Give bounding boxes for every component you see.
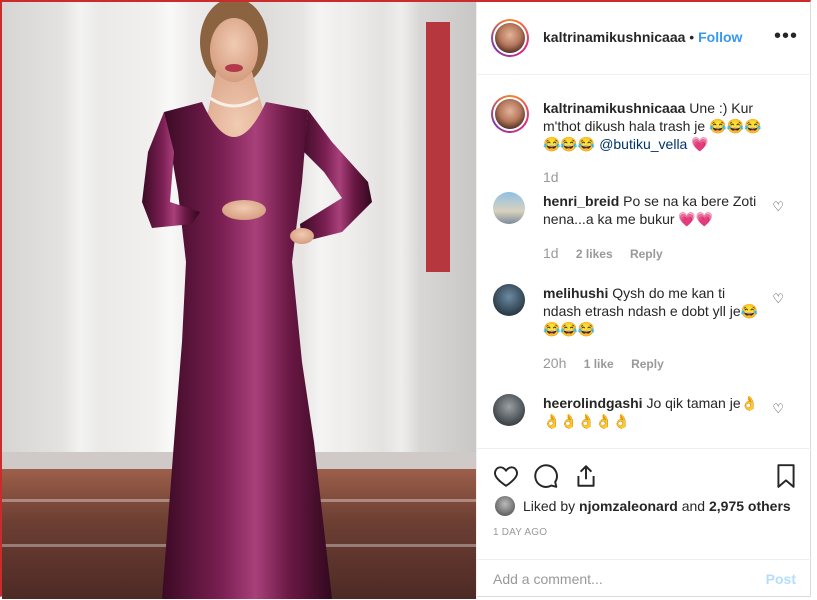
comment-text: melihushi Qysh do me kan ti ndash etrash… bbox=[543, 284, 763, 338]
comments-list[interactable]: kaltrinamikushnicaaa Une :) Kur m'thot d… bbox=[477, 75, 812, 447]
liked-prefix: Liked by bbox=[523, 498, 576, 514]
bookmark-icon[interactable] bbox=[773, 463, 799, 489]
comment-likes[interactable]: 1 like bbox=[584, 357, 614, 371]
caption-avatar[interactable] bbox=[491, 95, 529, 133]
post-date[interactable]: 1 DAY AGO bbox=[493, 527, 547, 538]
liked-count[interactable]: 2,975 others bbox=[709, 498, 791, 514]
post-sidebar: kaltrinamikushnicaaa • Follow ••• kaltri… bbox=[476, 2, 812, 599]
woman-figure bbox=[142, 2, 372, 599]
comment-avatar[interactable] bbox=[493, 284, 525, 316]
comment-username[interactable]: melihushi bbox=[543, 285, 608, 301]
caption-username[interactable]: kaltrinamikushnicaaa bbox=[543, 100, 685, 116]
post-photo[interactable] bbox=[2, 2, 476, 599]
comment-username[interactable]: henri_breid bbox=[543, 193, 619, 209]
share-icon[interactable] bbox=[573, 463, 599, 489]
post-button[interactable]: Post bbox=[766, 571, 796, 587]
comment-like-icon[interactable]: ♡ bbox=[772, 291, 784, 307]
comment-meta: 1d 2 likes Reply bbox=[543, 245, 663, 261]
comment-like-icon[interactable]: ♡ bbox=[772, 199, 784, 215]
caption-mention[interactable]: @butiku_vella bbox=[599, 136, 687, 152]
instagram-post: kaltrinamikushnicaaa • Follow ••• kaltri… bbox=[0, 0, 812, 599]
caption-text: kaltrinamikushnicaaa Une :) Kur m'thot d… bbox=[543, 99, 763, 153]
liked-user[interactable]: njomzaleonard bbox=[579, 498, 678, 514]
comment-like-icon[interactable]: ♡ bbox=[772, 401, 784, 417]
comment-avatar[interactable] bbox=[493, 192, 525, 224]
author-username[interactable]: kaltrinamikushnicaaa bbox=[543, 29, 685, 45]
comment-time[interactable]: 20h bbox=[543, 355, 566, 371]
liked-by: Liked by njomzaleonard and 2,975 others bbox=[495, 496, 791, 516]
author-avatar[interactable] bbox=[491, 19, 529, 57]
caption-time[interactable]: 1d bbox=[543, 169, 559, 185]
comment-username[interactable]: heerolindgashi bbox=[543, 395, 643, 411]
add-comment-bar: Add a comment... Post bbox=[477, 559, 812, 600]
comment-likes[interactable]: 2 likes bbox=[576, 247, 613, 261]
ellipsis-icon[interactable]: ••• bbox=[774, 26, 798, 46]
comment-avatar[interactable] bbox=[493, 394, 525, 426]
header-user-line: kaltrinamikushnicaaa • Follow bbox=[543, 29, 742, 45]
reply-button[interactable]: Reply bbox=[631, 357, 664, 371]
liked-mid: and bbox=[681, 498, 706, 514]
comment-time[interactable]: 1d bbox=[543, 245, 559, 261]
comment-text: heerolindgashi Jo qik taman je👌👌👌👌👌👌 bbox=[543, 394, 763, 430]
liked-avatar[interactable] bbox=[495, 496, 515, 516]
reply-button[interactable]: Reply bbox=[630, 247, 663, 261]
post-header: kaltrinamikushnicaaa • Follow ••• bbox=[477, 2, 812, 75]
header-separator: • bbox=[689, 29, 695, 45]
follow-button[interactable]: Follow bbox=[698, 29, 742, 45]
comment-text: henri_breid Po se na ka bere Zoti nena..… bbox=[543, 192, 763, 228]
heart-icon[interactable] bbox=[493, 463, 519, 489]
comment-meta: 20h 1 like Reply bbox=[543, 355, 664, 371]
comment-input[interactable]: Add a comment... bbox=[493, 571, 603, 587]
caption-trail: 💗 bbox=[691, 136, 709, 152]
comment-icon[interactable] bbox=[533, 463, 559, 489]
